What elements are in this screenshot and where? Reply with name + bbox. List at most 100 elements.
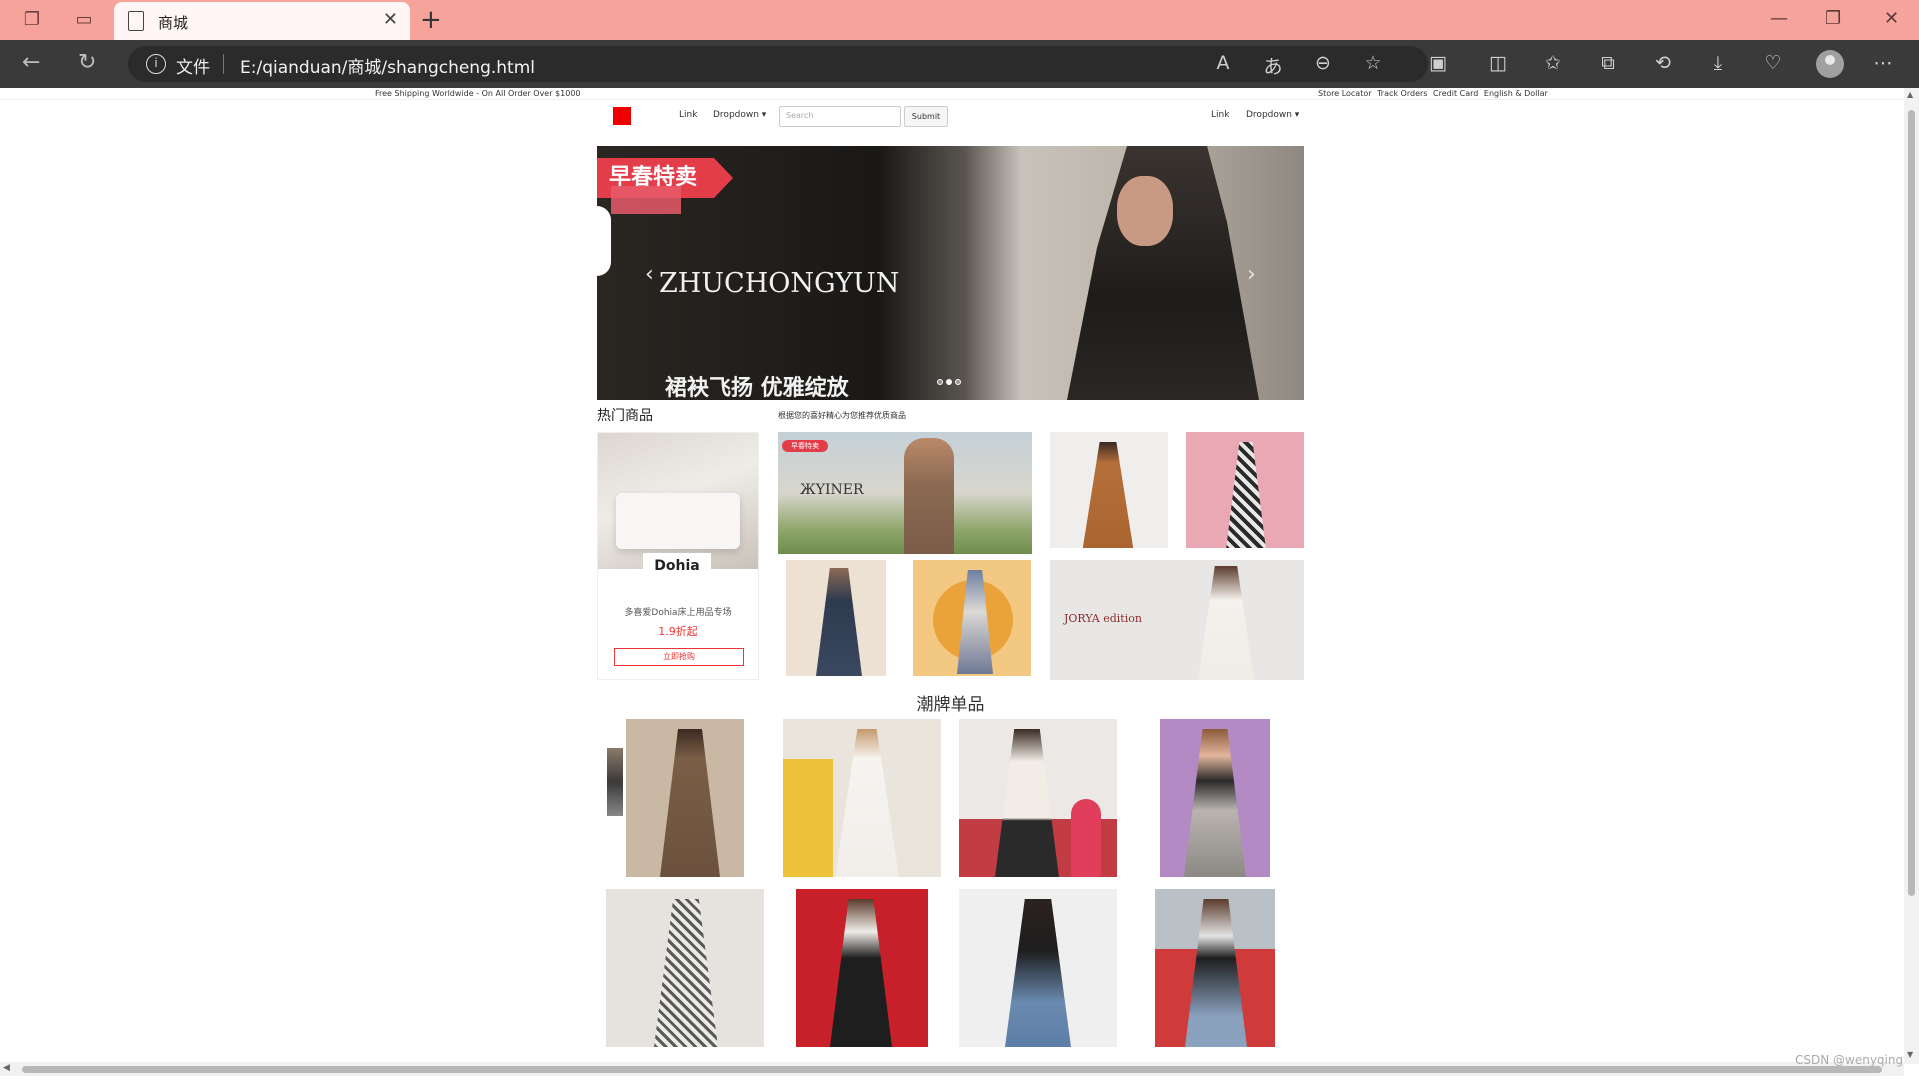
nav-dropdown[interactable]: Dropdown ▾ (713, 110, 766, 120)
dress-image (1226, 442, 1266, 548)
chess-prop (1071, 799, 1101, 877)
trend-image (835, 729, 899, 877)
trend-image (1005, 899, 1071, 1047)
nav-link-right[interactable]: Link (1211, 110, 1229, 120)
close-window-icon[interactable]: ✕ (1884, 8, 1899, 29)
minimize-icon[interactable]: — (1770, 8, 1788, 29)
refresh-icon[interactable]: ↻ (78, 50, 96, 75)
trend-item-6[interactable] (796, 889, 928, 1047)
carousel-indicators (937, 370, 964, 389)
profile-avatar[interactable] (1816, 50, 1844, 78)
nav-link[interactable]: Link (679, 110, 697, 120)
scroll-down-icon[interactable]: ▼ (1907, 1050, 1913, 1059)
info-icon[interactable]: i (146, 54, 166, 74)
top-links: Store Locator Track Orders Credit Card E… (1318, 89, 1551, 98)
browser-tab-bar: ❐ ▭ 商城 ✕ + — ❐ ✕ (0, 0, 1919, 40)
address-bar-row: ← ↻ i 文件 E:/qianduan/商城/shangcheng.html … (0, 40, 1919, 88)
trend-title: 潮牌单品 (916, 695, 985, 715)
carousel-dot-active[interactable] (946, 379, 952, 385)
divider (223, 54, 224, 74)
carousel-brand: ZHUCHONGYUN (659, 268, 900, 299)
yiner-logo: ЖYINER (800, 482, 864, 498)
tab-title: 商城 (158, 14, 189, 32)
collections-icon[interactable]: ⧉ (1595, 52, 1621, 74)
dohia-promo-card[interactable]: Dohia 多喜爱Dohia床上用品专场 1.9折起 立即抢购 (597, 432, 759, 680)
tab-actions-icon[interactable]: ▭ (70, 8, 98, 32)
jorya-banner[interactable]: JORYA edition (1050, 560, 1304, 680)
browser-tab[interactable]: 商城 ✕ (114, 2, 410, 40)
carousel-dot[interactable] (937, 379, 943, 385)
more-menu-icon[interactable]: ⋯ (1870, 52, 1896, 74)
product-houndstooth-dress[interactable] (1186, 432, 1304, 548)
carousel-edge (597, 206, 611, 276)
product-checked-skirt[interactable] (913, 560, 1031, 676)
new-tab-icon[interactable]: + (420, 5, 442, 35)
shipping-notice: Free Shipping Worldwide - On All Order O… (375, 89, 581, 98)
yiner-banner[interactable]: 早春特卖 ЖYINER (778, 432, 1032, 554)
buy-now-button[interactable]: 立即抢购 (614, 648, 744, 666)
back-icon[interactable]: ← (22, 50, 40, 75)
store-locator-link[interactable]: Store Locator (1318, 89, 1372, 98)
protocol-label: 文件 (176, 58, 210, 78)
nav-dropdown-right[interactable]: Dropdown ▾ (1246, 110, 1299, 120)
sale-patch (611, 186, 681, 214)
horizontal-scroll-thumb[interactable] (22, 1066, 1882, 1073)
scroll-up-icon[interactable]: ▲ (1907, 90, 1913, 99)
read-aloud-icon[interactable]: A (1210, 52, 1236, 74)
yellow-prop (783, 759, 833, 877)
submit-button[interactable]: Submit (904, 106, 948, 127)
site-navbar: Link Dropdown ▾ Search Submit Link Dropd… (597, 104, 1304, 130)
trend-swatch-strip (607, 748, 623, 816)
dohia-price: 1.9折起 (658, 625, 698, 638)
jorya-logo: JORYA edition (1064, 612, 1142, 625)
scroll-left-icon[interactable]: ◀ (3, 1063, 10, 1073)
trend-item-4[interactable] (1160, 719, 1270, 877)
track-orders-link[interactable]: Track Orders (1377, 89, 1427, 98)
performance-icon[interactable]: ♡ (1760, 52, 1786, 74)
top-info-strip: Free Shipping Worldwide - On All Order O… (0, 88, 1904, 100)
restore-icon[interactable]: ❐ (1825, 8, 1841, 29)
page-icon (128, 11, 144, 31)
dress-image (816, 568, 862, 676)
trend-image (660, 729, 720, 877)
product-camel-coat[interactable] (1050, 432, 1168, 548)
carousel-slogan: 裙袂飞扬 优雅绽放 (665, 376, 849, 400)
hero-carousel[interactable]: 早春特卖 ZHUCHONGYUN 裙袂飞扬 优雅绽放 ‹ › (597, 146, 1304, 400)
carousel-dot[interactable] (955, 379, 961, 385)
language-currency-link[interactable]: English & Dollar (1484, 89, 1548, 98)
workspaces-icon[interactable]: ❐ (18, 8, 46, 32)
translate-icon[interactable]: あ (1260, 52, 1286, 79)
vertical-scroll-thumb[interactable] (1908, 110, 1915, 896)
model-head (1117, 176, 1173, 246)
carousel-next-icon[interactable]: › (1247, 262, 1256, 287)
horizontal-scrollbar[interactable]: ◀ (0, 1062, 1904, 1076)
trend-item-8[interactable] (1155, 889, 1275, 1047)
download-icon[interactable]: ⤓ (1705, 52, 1731, 74)
credit-card-link[interactable]: Credit Card (1433, 89, 1478, 98)
trend-item-3[interactable] (959, 719, 1117, 877)
history-icon[interactable]: ⟲ (1650, 52, 1676, 74)
trend-item-1[interactable] (626, 719, 744, 877)
carousel-prev-icon[interactable]: ‹ (645, 262, 654, 287)
trend-image (830, 899, 892, 1047)
vertical-scrollbar[interactable]: ▲ ▼ (1904, 88, 1919, 1064)
search-input[interactable]: Search (779, 106, 901, 127)
trend-item-2[interactable] (783, 719, 941, 877)
dohia-description: 多喜爱Dohia床上用品专场 (624, 608, 732, 618)
watermark: CSDN @wenyqing (1795, 1053, 1904, 1067)
url-text[interactable]: E:/qianduan/商城/shangcheng.html (240, 53, 535, 78)
favorite-star-icon[interactable]: ☆ (1360, 52, 1386, 74)
close-tab-icon[interactable]: ✕ (383, 9, 398, 30)
product-denim-dress[interactable] (786, 560, 886, 676)
split-screen-icon[interactable]: ◫ (1485, 52, 1511, 74)
trend-image (995, 729, 1059, 877)
trend-image (654, 899, 718, 1047)
favorites-icon[interactable]: ✩ (1540, 52, 1566, 74)
page-viewport: Free Shipping Worldwide - On All Order O… (0, 88, 1904, 1064)
trend-item-5[interactable] (606, 889, 764, 1047)
brand-logo[interactable] (613, 107, 631, 125)
zoom-out-icon[interactable]: ⊖ (1310, 52, 1336, 74)
extension-icon[interactable]: ▣ (1425, 52, 1451, 74)
hot-products-subtitle: 根据您的喜好精心为您推荐优质商品 (778, 411, 906, 420)
trend-item-7[interactable] (959, 889, 1117, 1047)
